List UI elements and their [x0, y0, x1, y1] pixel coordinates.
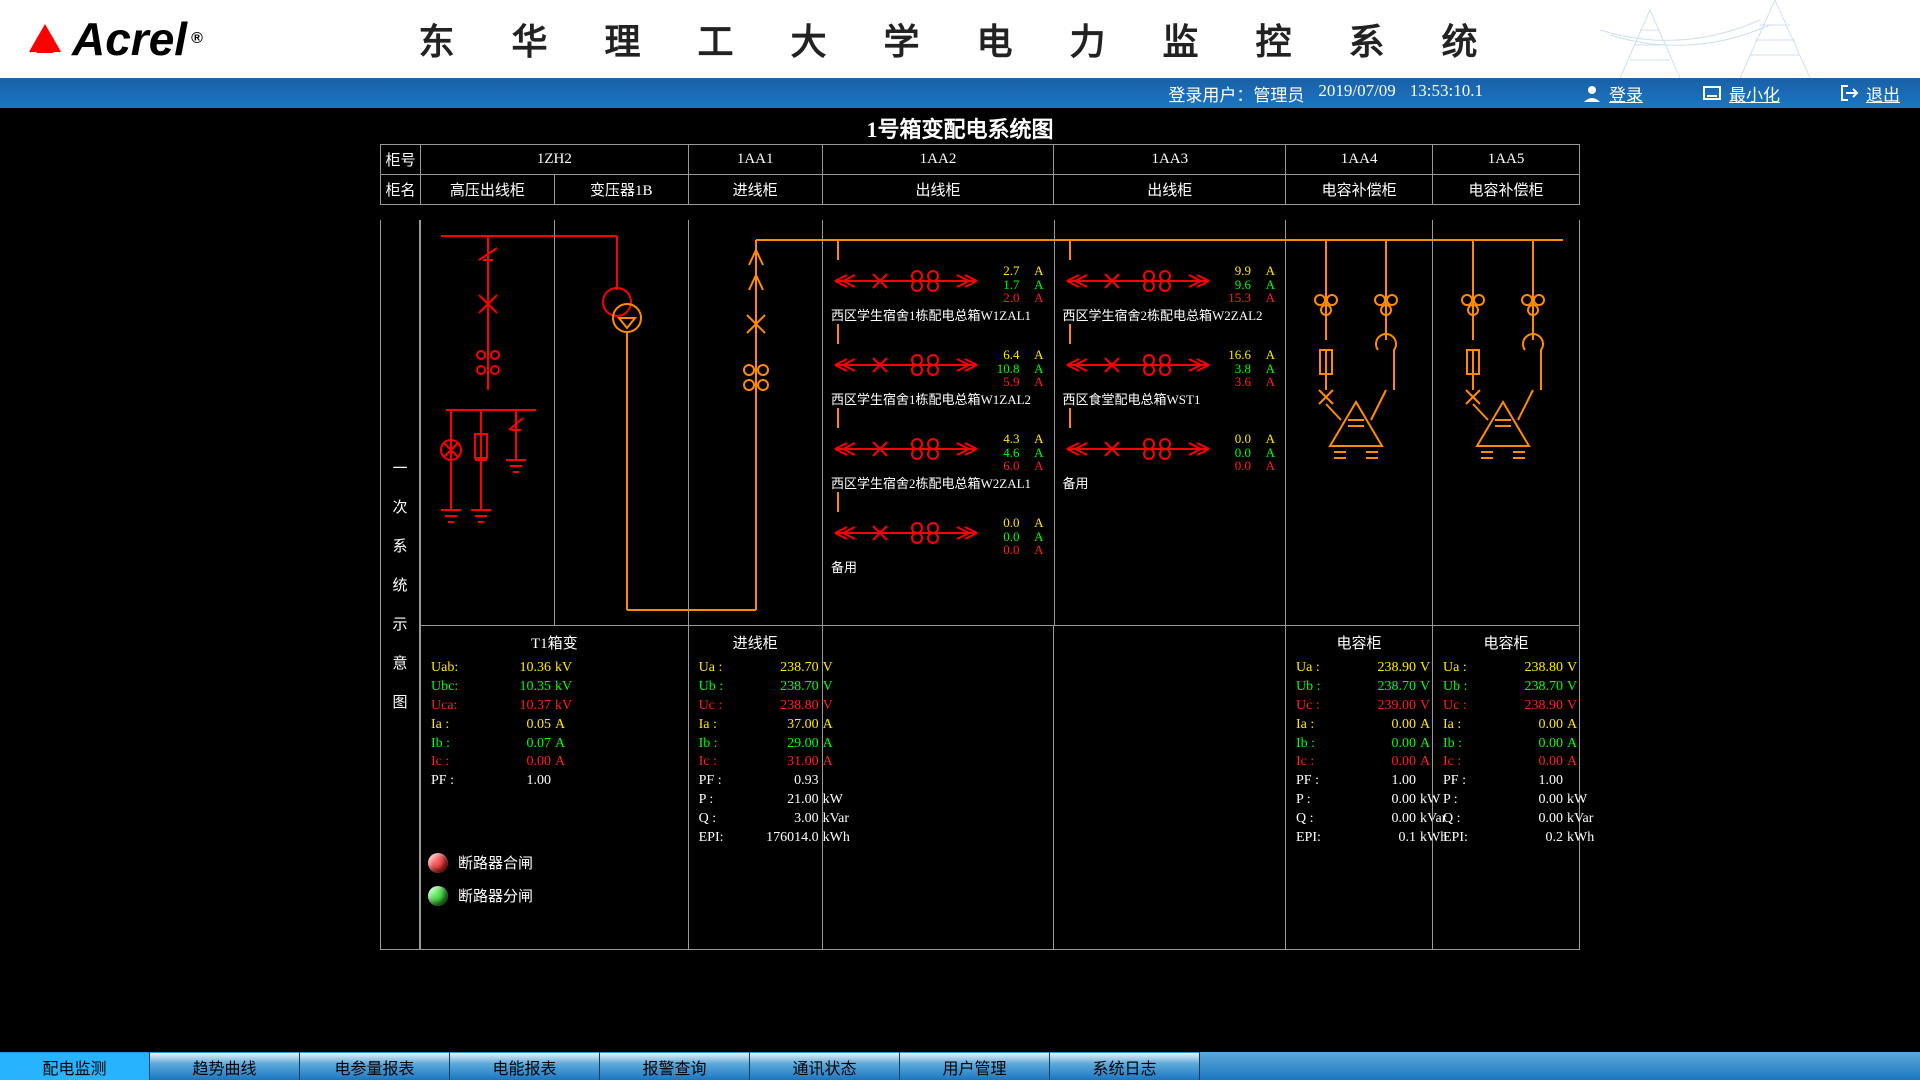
- page-title: 1号箱变配电系统图: [0, 112, 1920, 144]
- cabinet-name: 电容补偿柜: [1286, 175, 1433, 205]
- nav-tab[interactable]: 配电监测: [0, 1052, 150, 1080]
- exit-label: 退出: [1866, 81, 1900, 106]
- feeder-label: 备用: [831, 557, 1050, 576]
- date-text: 2019/07/09: [1318, 81, 1395, 106]
- feeder-label: 西区学生宿舍2栋配电总箱W2ZAL1: [831, 473, 1050, 492]
- logo-mark-icon: [28, 24, 62, 54]
- cabinet-no: 1ZH2: [420, 145, 688, 175]
- footer-tabs: 配电监测趋势曲线电参量报表电能报表报警查询通讯状态用户管理系统日志: [0, 1052, 1920, 1080]
- brand-text: Acrel: [72, 12, 187, 66]
- minimize-button[interactable]: 最小化: [1703, 81, 1780, 106]
- cabinet-name: 出线柜: [822, 175, 1054, 205]
- cabinet-no: 1AA2: [822, 145, 1054, 175]
- user-icon: [1583, 84, 1601, 102]
- breaker-legend: 断路器合闸 断路器分闸: [428, 852, 533, 918]
- feeder-branch: 0.0A 0.0A 0.0A 备用: [1063, 432, 1282, 492]
- status-bar: 登录用户：管理员 2019/07/09 13:53:10.1: [1168, 81, 1483, 106]
- feeder-branch: 9.9A 9.6A 15.3A 西区学生宿舍2栋配电总箱W2ZAL2: [1063, 264, 1282, 324]
- cabinet-name: 变压器1B: [554, 175, 688, 205]
- cabinet-name: 电容补偿柜: [1433, 175, 1580, 205]
- minimize-icon: [1703, 84, 1721, 102]
- feeder-branch: 4.3A 4.6A 6.0A 西区学生宿舍2栋配电总箱W2ZAL1: [831, 432, 1050, 492]
- panel-title: 电容柜: [1443, 632, 1569, 653]
- row-label-vertical: 一次系统示意图: [380, 220, 420, 950]
- feeder-branch: 2.7A 1.7A 2.0A 西区学生宿舍1栋配电总箱W1ZAL1: [831, 264, 1050, 324]
- minimize-label: 最小化: [1729, 81, 1780, 106]
- cabinet-name: 进线柜: [688, 175, 822, 205]
- feeder-branch: 16.6A 3.8A 3.6A 西区食堂配电总箱WST1: [1063, 348, 1282, 408]
- single-line-diagram: 2.7A 1.7A 2.0A 西区学生宿舍1栋配电总箱W1ZAL1 6.4A 1…: [420, 220, 1580, 626]
- exit-icon: [1840, 84, 1858, 102]
- sub-header: 登录用户：管理员 2019/07/09 13:53:10.1 登录 最小化 退出: [0, 78, 1920, 108]
- row-label: 柜号: [381, 145, 421, 175]
- time-text: 13:53:10.1: [1410, 81, 1483, 106]
- cabinet-no: 1AA5: [1433, 145, 1580, 175]
- feeder-label: 西区学生宿舍2栋配电总箱W2ZAL2: [1063, 305, 1282, 324]
- feeder-branch: 0.0A 0.0A 0.0A 备用: [831, 516, 1050, 576]
- data-panel-row: T1箱变Uab:10.36kVUbc:10.35kVUca:10.37kVIa …: [420, 626, 1580, 950]
- panel-title: T1箱变: [431, 632, 678, 653]
- panel-title: 电容柜: [1296, 632, 1422, 653]
- feeder-label: 西区学生宿舍1栋配电总箱W1ZAL2: [831, 389, 1050, 408]
- registered-mark: ®: [191, 30, 203, 48]
- nav-tab[interactable]: 通讯状态: [750, 1052, 900, 1080]
- login-button[interactable]: 登录: [1583, 81, 1643, 106]
- cabinet-no: 1AA3: [1054, 145, 1286, 175]
- user-name: 管理员: [1253, 86, 1304, 105]
- brand-logo: Acrel ®: [0, 12, 203, 66]
- pylon-decoration-icon: [1590, 0, 1910, 78]
- panel-title: 进线柜: [699, 632, 812, 653]
- user-label: 登录用户：: [1168, 86, 1253, 105]
- cabinet-name: 高压出线柜: [420, 175, 554, 205]
- nav-tab[interactable]: 报警查询: [600, 1052, 750, 1080]
- login-label: 登录: [1609, 81, 1643, 106]
- feeder-label: 西区食堂配电总箱WST1: [1063, 389, 1282, 408]
- app-header: Acrel ® 东 华 理 工 大 学 电 力 监 控 系 统: [0, 0, 1920, 78]
- status-dot-open-icon: [428, 886, 448, 906]
- cabinet-no: 1AA1: [688, 145, 822, 175]
- nav-tab[interactable]: 用户管理: [900, 1052, 1050, 1080]
- nav-tab[interactable]: 系统日志: [1050, 1052, 1200, 1080]
- nav-tab[interactable]: 趋势曲线: [150, 1052, 300, 1080]
- feeder-label: 西区学生宿舍1栋配电总箱W1ZAL1: [831, 305, 1050, 324]
- legend-closed: 断路器合闸: [458, 852, 533, 873]
- cabinet-name: 出线柜: [1054, 175, 1286, 205]
- row-label: 柜名: [381, 175, 421, 205]
- nav-tab[interactable]: 电参量报表: [300, 1052, 450, 1080]
- feeder-branch: 6.4A 10.8A 5.9A 西区学生宿舍1栋配电总箱W1ZAL2: [831, 348, 1050, 408]
- exit-button[interactable]: 退出: [1840, 81, 1900, 106]
- status-dot-closed-icon: [428, 853, 448, 873]
- cabinet-header-grid: 柜号 1ZH2 1AA1 1AA2 1AA3 1AA4 1AA5 柜名 高压出线…: [380, 144, 1580, 205]
- nav-tab[interactable]: 电能报表: [450, 1052, 600, 1080]
- legend-open: 断路器分闸: [458, 885, 533, 906]
- cabinet-no: 1AA4: [1286, 145, 1433, 175]
- feeder-label: 备用: [1063, 473, 1282, 492]
